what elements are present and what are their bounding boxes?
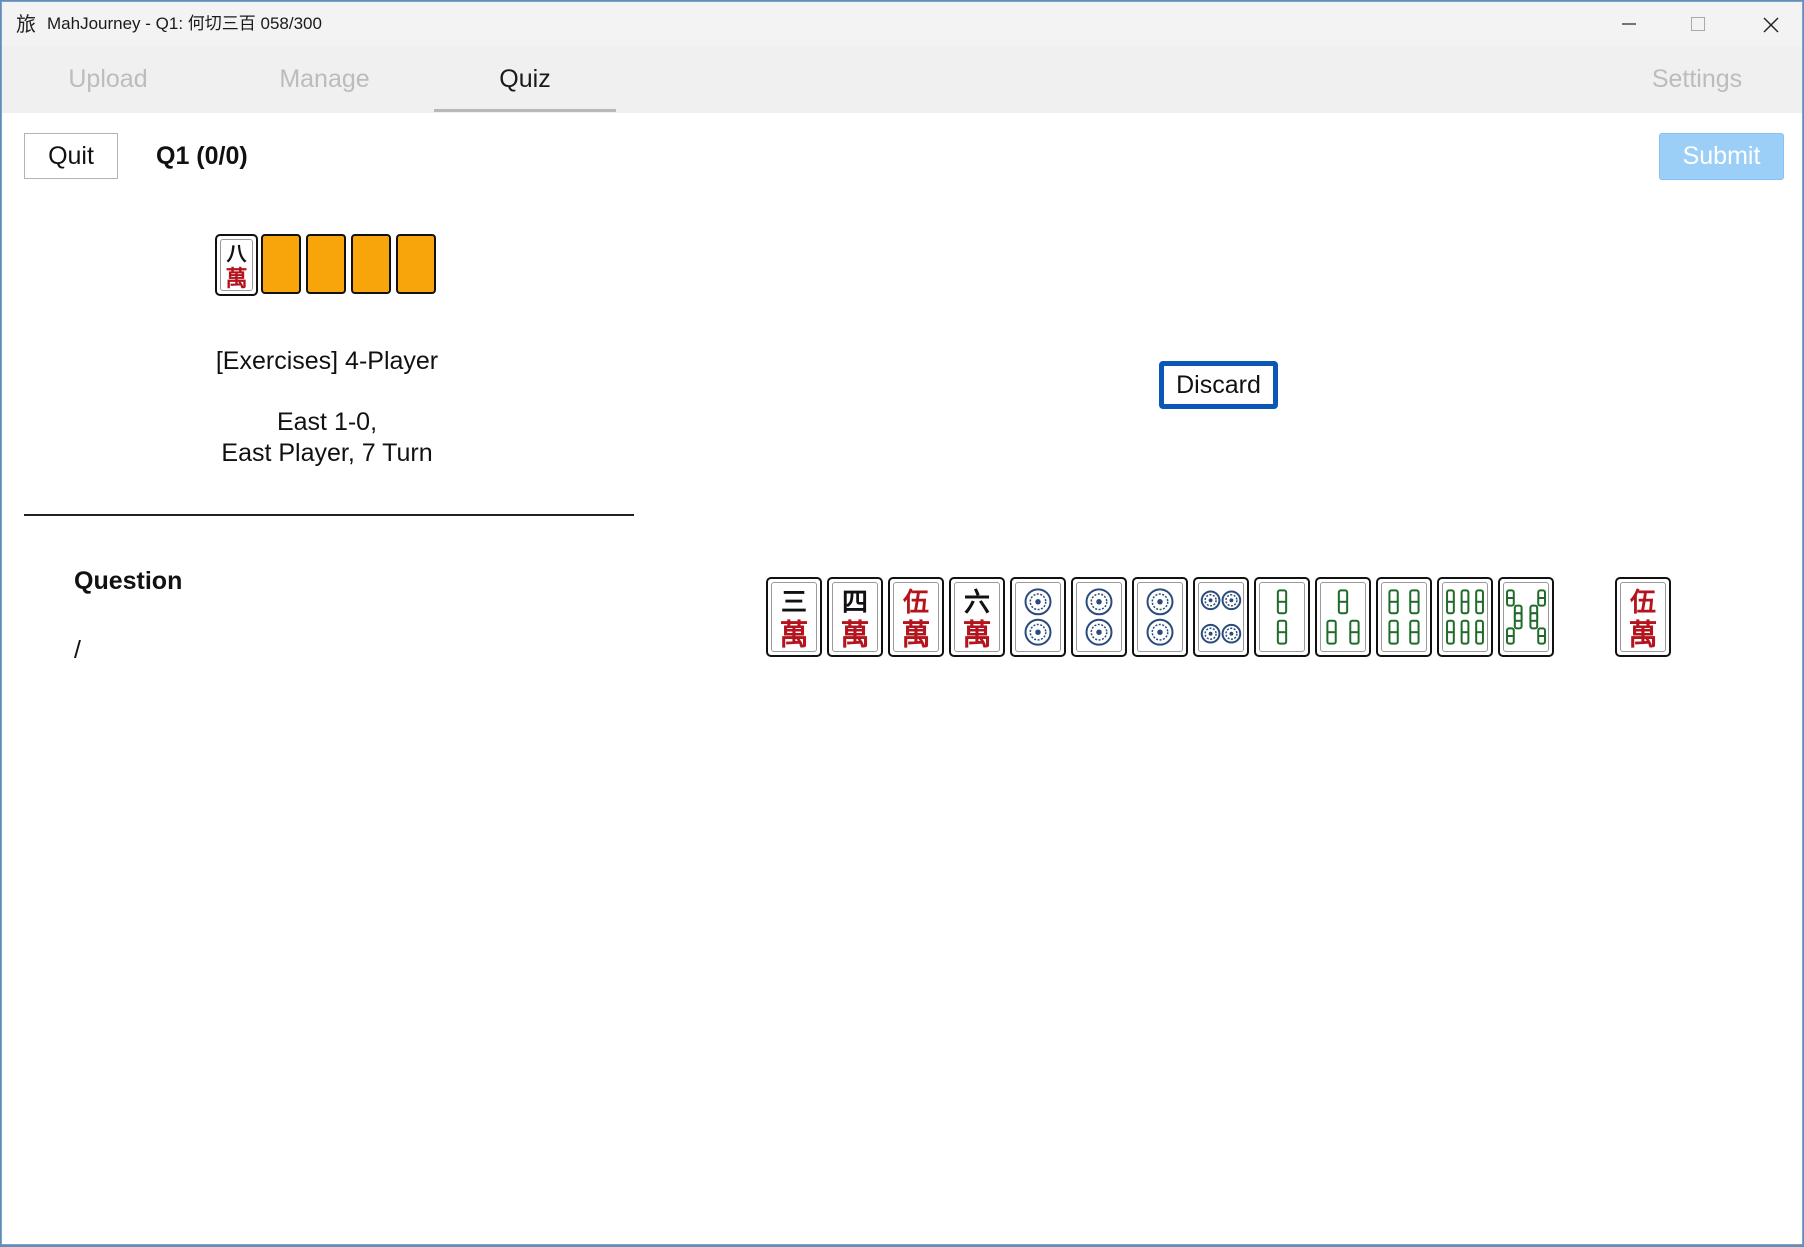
seat-turn-label: East Player, 7 Turn [221,439,433,467]
maximize-icon [1691,17,1705,31]
question-counter: Q1 (0/0) [156,142,248,170]
drawn-tile[interactable]: 伍萬 [1615,577,1671,657]
svg-text:八: 八 [227,241,248,265]
hand-tile[interactable] [1498,577,1554,657]
active-tab-indicator [434,109,616,112]
svg-text:萬: 萬 [962,617,991,651]
close-icon [1763,17,1779,33]
hand-tile[interactable]: 四萬 [827,577,883,657]
hand-tile[interactable] [1376,577,1432,657]
question-text: / [74,636,81,664]
dora-hidden-tile [351,234,391,294]
app-logo-icon: 旅 [16,12,36,36]
sou-3-tile-icon [1326,589,1360,645]
svg-text:萬: 萬 [225,266,247,292]
man-3-tile-icon: 三萬 [779,588,808,651]
title-bar: 旅 MahJourney - Q1: 何切三百 058/300 [2,2,1802,46]
quit-button[interactable]: Quit [24,133,118,179]
pin-2-tile-icon [1085,588,1113,646]
maximize-button[interactable] [1664,2,1732,46]
divider [24,514,634,516]
svg-text:萬: 萬 [1628,617,1657,651]
pin-4-tile-icon [1200,590,1242,644]
hand-tile[interactable]: 三萬 [766,577,822,657]
man-5-tile-icon: 伍萬 [901,588,930,651]
submit-button[interactable]: Submit [1659,133,1784,180]
round-label: East 1-0, [276,408,378,436]
hand-tile[interactable] [1193,577,1249,657]
discard-button[interactable]: Discard [1159,361,1278,409]
close-button[interactable] [1736,2,1802,46]
svg-text:四: 四 [842,588,868,618]
dora-hidden-tile [396,234,436,294]
minimize-icon [1622,23,1636,25]
question-heading: Question [74,567,183,595]
hand-tile[interactable] [1132,577,1188,657]
tab-upload[interactable]: Upload [38,46,178,113]
tab-bar: Upload Manage Quiz Settings [2,46,1802,113]
svg-text:伍: 伍 [903,588,929,618]
pin-2-tile-icon [1024,588,1052,646]
hand-tile[interactable] [1071,577,1127,657]
hand-tile[interactable]: 伍萬 [888,577,944,657]
svg-text:伍: 伍 [1630,588,1656,618]
minimize-button[interactable] [1595,2,1663,46]
sou-8-tile-icon [1506,589,1546,645]
svg-text:萬: 萬 [901,617,930,651]
svg-text:萬: 萬 [840,617,869,651]
window-title: MahJourney - Q1: 何切三百 058/300 [47,14,322,33]
app-window: 旅 MahJourney - Q1: 何切三百 058/300 Upload M… [1,1,1803,1245]
tab-quiz[interactable]: Quiz [434,46,616,113]
dora-hidden-tile [261,234,301,294]
pin-2-tile-icon [1146,588,1174,646]
hand-tile[interactable]: 六萬 [949,577,1005,657]
dora-hidden-tile [306,234,346,294]
sou-4-tile-icon [1388,589,1420,645]
game-mode-label: [Exercises] 4-Player [215,347,439,375]
tab-settings[interactable]: Settings [1622,46,1772,113]
player-hand: 三萬四萬伍萬六萬伍萬 [766,577,1676,657]
man-8-tile-icon: 八萬 [225,241,248,292]
svg-text:三: 三 [781,588,807,618]
sou-2-tile-icon [1276,589,1288,645]
tab-manage[interactable]: Manage [252,46,397,113]
hand-tile[interactable] [1254,577,1310,657]
svg-text:六: 六 [964,588,990,618]
dora-revealed-tile[interactable]: 八萬 [215,234,258,296]
svg-text:萬: 萬 [779,617,808,651]
hand-tile[interactable] [1315,577,1371,657]
sou-6-tile-icon [1446,589,1484,645]
man-6-tile-icon: 六萬 [962,588,991,651]
man-4-tile-icon: 四萬 [840,588,869,651]
hand-tile[interactable] [1437,577,1493,657]
hand-tile[interactable] [1010,577,1066,657]
man-5-tile-icon: 伍萬 [1628,588,1657,651]
